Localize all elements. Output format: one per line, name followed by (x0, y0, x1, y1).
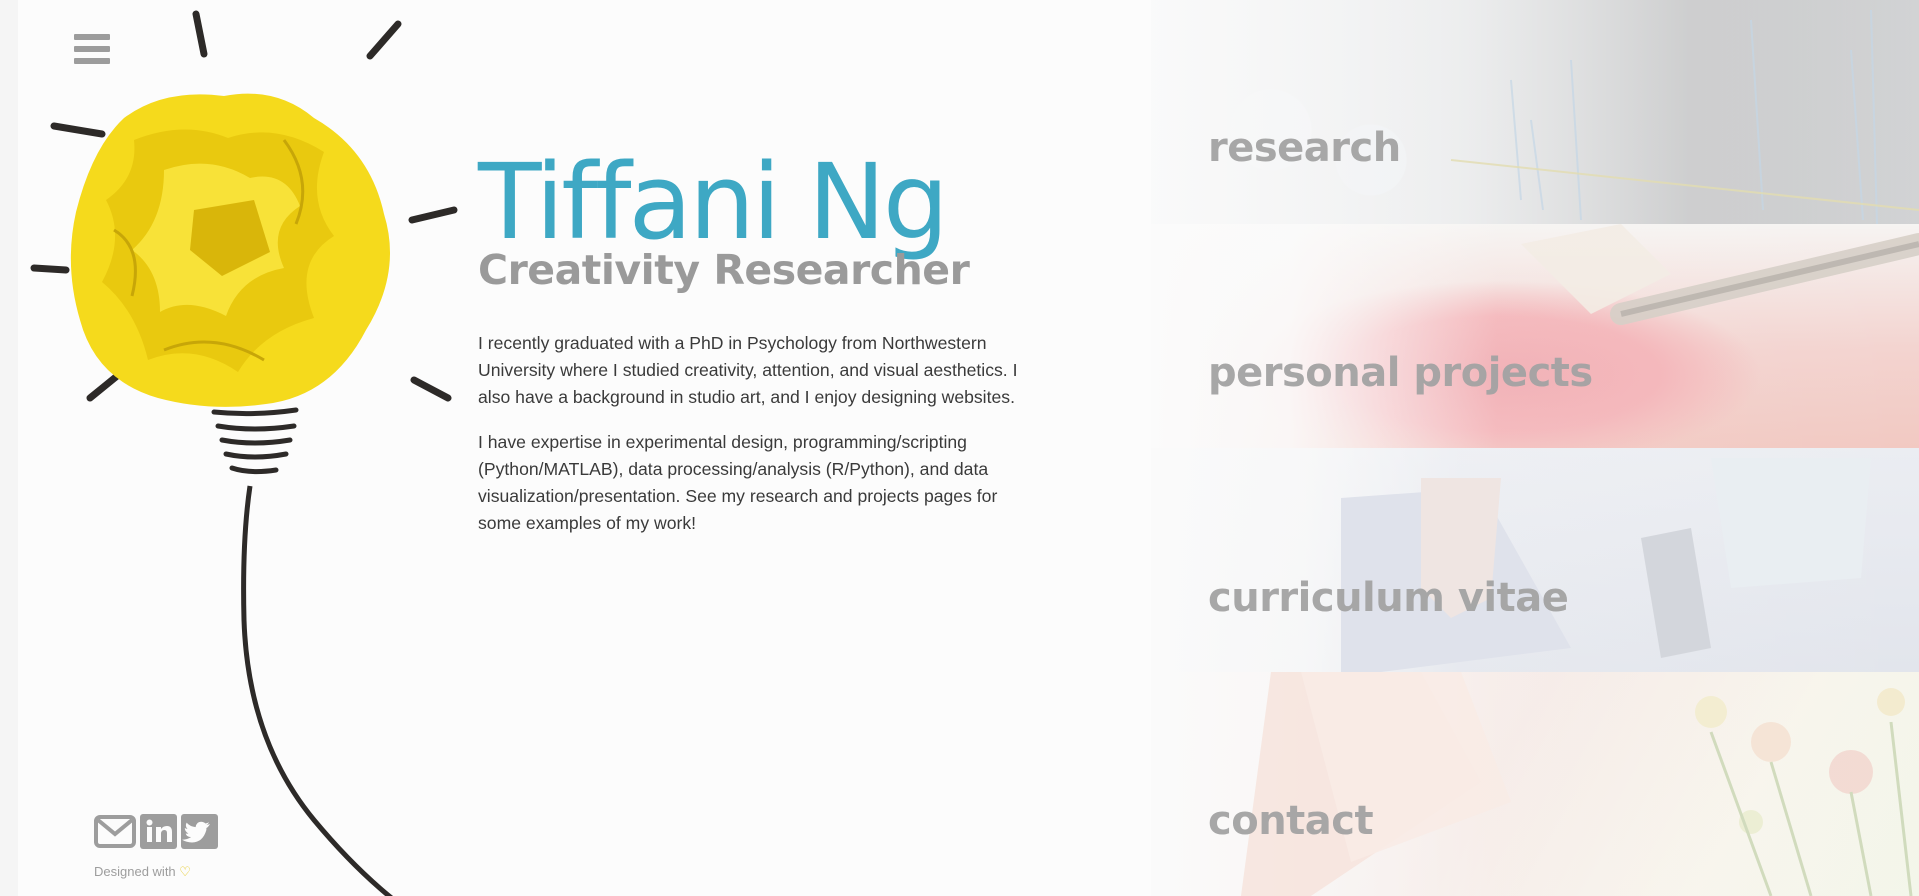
profile-title: Creativity Researcher (478, 246, 970, 294)
nav-tile-label: curriculum vitae (1208, 575, 1569, 621)
heart-icon: ♡ (179, 864, 191, 879)
main-panel: Tiffani Ng Creativity Researcher I recen… (18, 0, 1151, 896)
crumpled-paper-lightbulb-illustration (30, 10, 458, 896)
twitter-icon[interactable] (181, 814, 218, 849)
envelopes-flowers-graphic (1241, 672, 1913, 896)
nav-tile-personal-projects[interactable]: personal projects (1151, 224, 1919, 448)
nav-tile-curriculum-vitae[interactable]: curriculum vitae (1151, 448, 1919, 672)
envelope-icon[interactable] (94, 814, 136, 849)
nav-tile-label: personal projects (1208, 350, 1593, 396)
stock-chart-graphic (1450, 9, 1919, 224)
paintbrush-graphic (1521, 224, 1919, 325)
nav-tile-research[interactable]: research (1151, 0, 1919, 224)
linkedin-icon[interactable] (140, 814, 177, 849)
social-links (94, 814, 218, 849)
nav-tile-contact[interactable]: contact (1151, 672, 1919, 896)
photo-cards-graphic (1341, 458, 1871, 672)
nav-tile-label: research (1208, 125, 1401, 171)
credit-text: Designed with (94, 864, 176, 879)
designed-with-credit: Designed with ♡ (94, 864, 191, 880)
hero-section: Tiffani Ng Creativity Researcher I recen… (478, 150, 1078, 555)
nav-tiles: research personal projects curriculum vi… (1151, 0, 1919, 896)
bio-paragraph: I have expertise in experimental design,… (478, 432, 998, 533)
bio: I recently graduated with a PhD in Psych… (478, 330, 1078, 537)
bio-paragraph: I recently graduated with a PhD in Psych… (478, 333, 1018, 407)
nav-tile-label: contact (1208, 798, 1374, 844)
profile-name: Tiffani Ng (478, 141, 949, 263)
